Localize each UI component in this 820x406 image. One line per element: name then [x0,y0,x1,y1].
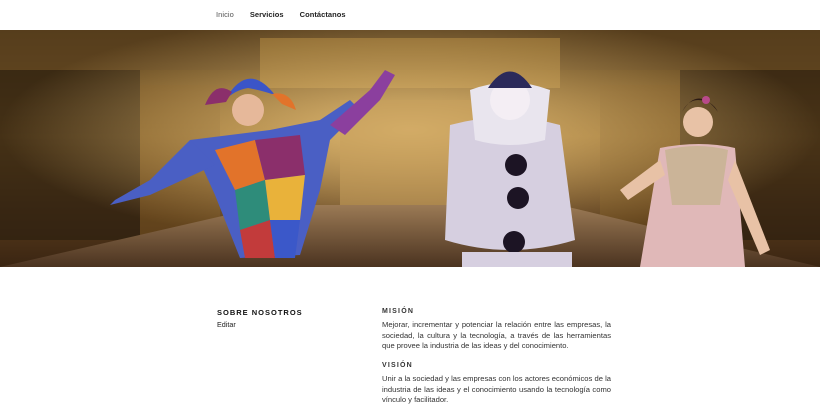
hero-banner-image [0,30,820,267]
nav-item-inicio[interactable]: Inicio [216,10,234,19]
section-title: SOBRE NOSOTROS [217,308,303,317]
edit-link[interactable]: Editar [217,320,236,329]
nav-menu: Inicio Servicios Contáctanos [216,10,346,19]
about-section: SOBRE NOSOTROS Editar MISIÓN Mejorar, in… [0,267,820,404]
top-navigation: Inicio Servicios Contáctanos [0,0,820,31]
vision-text: Unir a la sociedad y las empresas con lo… [382,374,611,405]
mision-text: Mejorar, incrementar y potenciar la rela… [382,320,611,351]
nav-item-servicios[interactable]: Servicios [250,10,284,19]
hero-illustration [0,30,820,267]
nav-item-contactanos[interactable]: Contáctanos [300,10,346,19]
mision-heading: MISIÓN [382,308,415,315]
vision-heading: VISIÓN [382,362,413,369]
